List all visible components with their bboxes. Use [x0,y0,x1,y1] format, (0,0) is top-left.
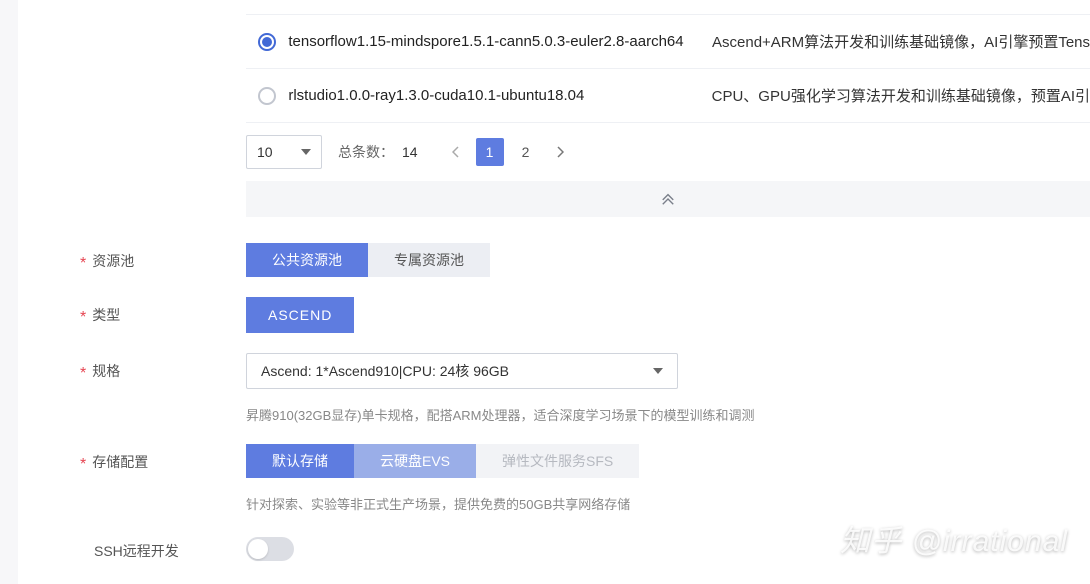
image-options-table: tensorflow1.15-mindspore1.5.1-cann5.0.3-… [246,14,1090,123]
storage-toggle: 默认存储 云硬盘EVS 弹性文件服务SFS [246,444,1090,478]
ssh-row: SSH远程开发 [18,533,1090,561]
spec-select[interactable]: Ascend: 1*Ascend910|CPU: 24核 96GB [246,353,678,389]
chevron-double-up-icon [661,192,675,206]
required-mark: * [80,457,86,473]
type-label: 类型 [92,305,120,325]
page-size-value: 10 [257,144,273,160]
storage-label: 存储配置 [92,452,148,472]
type-row: * 类型 ASCEND [18,297,1090,333]
total-count: 14 [402,144,418,160]
caret-down-icon [301,149,311,155]
spec-hint: 昇腾910(32GB显存)单卡规格，配搭ARM处理器，适合深度学习场景下的模型训… [246,405,1090,424]
required-mark: * [80,366,86,382]
required-mark: * [80,256,86,272]
image-name: tensorflow1.15-mindspore1.5.1-cann5.0.3-… [288,33,712,50]
radio-unselected[interactable] [258,87,276,105]
spec-label: 规格 [92,361,120,381]
collapse-bar[interactable] [246,181,1090,217]
page-nav: 1 2 [444,138,572,166]
public-pool-button[interactable]: 公共资源池 [246,243,368,277]
total-label: 总条数： [338,144,394,160]
image-option-row[interactable]: rlstudio1.0.0-ray1.3.0-cuda10.1-ubuntu18… [246,69,1090,123]
dedicated-pool-button[interactable]: 专属资源池 [368,243,490,277]
ssh-toggle[interactable] [246,537,294,561]
image-description: Ascend+ARM算法开发和训练基础镜像，AI引擎预置Tens [712,31,1090,52]
caret-down-icon [653,368,663,374]
page-prev-button[interactable] [444,140,468,164]
spec-row: * 规格 Ascend: 1*Ascend910|CPU: 24核 96GB 昇… [18,353,1090,424]
ssh-label: SSH远程开发 [94,541,179,561]
storage-sfs-button: 弹性文件服务SFS [476,444,639,478]
page-number-2[interactable]: 2 [512,138,540,166]
storage-default-button[interactable]: 默认存储 [246,444,354,478]
image-description: CPU、GPU强化学习算法开发和训练基础镜像，预置AI引 [712,85,1090,106]
image-name: rlstudio1.0.0-ray1.3.0-cuda10.1-ubuntu18… [288,87,711,104]
storage-row: * 存储配置 默认存储 云硬盘EVS 弹性文件服务SFS 针对探索、实验等非正式… [18,444,1090,513]
storage-hint: 针对探索、实验等非正式生产场景，提供免费的50GB共享网络存储 [246,494,1090,513]
required-mark: * [80,310,86,326]
resource-pool-row: * 资源池 公共资源池 专属资源池 [18,243,1090,277]
config-panel: tensorflow1.15-mindspore1.5.1-cann5.0.3-… [18,0,1090,584]
storage-evs-button[interactable]: 云硬盘EVS [354,444,476,478]
image-option-row[interactable]: tensorflow1.15-mindspore1.5.1-cann5.0.3-… [246,14,1090,69]
page-size-select[interactable]: 10 [246,135,322,169]
resource-pool-label: 资源池 [92,251,134,271]
spec-value: Ascend: 1*Ascend910|CPU: 24核 96GB [261,361,509,381]
page-next-button[interactable] [548,140,572,164]
pagination: 10 总条数： 14 1 2 [246,123,1090,181]
resource-pool-toggle: 公共资源池 专属资源池 [246,243,1090,277]
page-number-1[interactable]: 1 [476,138,504,166]
ascend-type-button[interactable]: ASCEND [246,297,354,333]
radio-selected[interactable] [258,33,276,51]
